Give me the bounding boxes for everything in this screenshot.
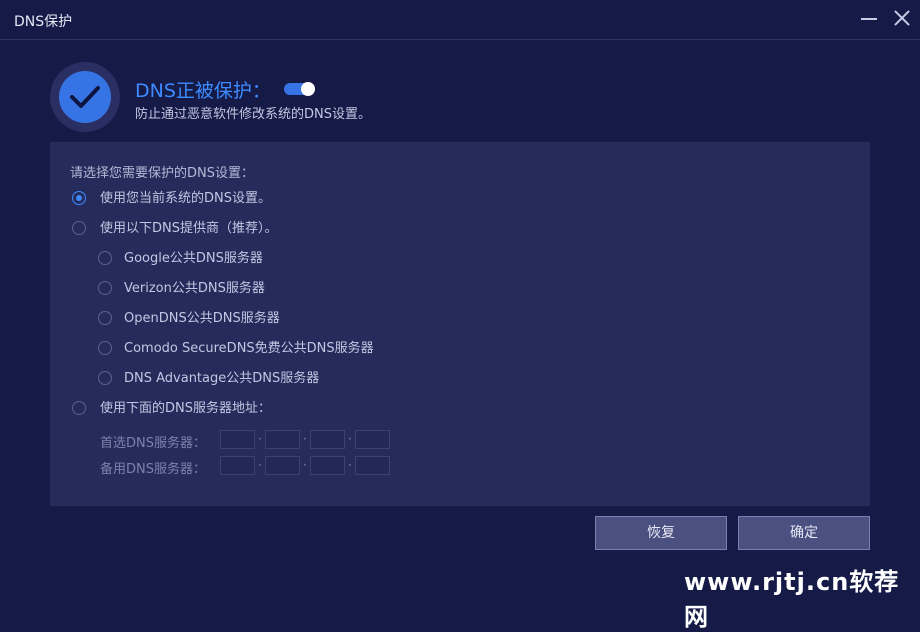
radio-button[interactable] [72, 401, 86, 415]
primary-dns-octet-2[interactable] [265, 430, 300, 449]
primary-dns-octet-4[interactable] [355, 430, 390, 449]
secondary-dns-octet-3[interactable] [310, 456, 345, 475]
watermark: www.rjtj.cn软荐网 [684, 568, 900, 631]
primary-dns-label: 首选DNS服务器： [100, 436, 206, 451]
primary-dns-octet-1[interactable] [220, 430, 255, 449]
ip-dot: · [258, 432, 262, 446]
status-subtitle: 防止通过恶意软件修改系统的DNS设置。 [135, 107, 371, 122]
radio-button[interactable] [98, 341, 112, 355]
ip-dot: · [303, 458, 307, 472]
titlebar: DNS保护 [0, 0, 920, 40]
minimize-icon[interactable] [861, 18, 877, 20]
toggle-knob [301, 82, 315, 96]
checkmark-circle-icon [59, 71, 111, 123]
secondary-dns-octet-2[interactable] [265, 456, 300, 475]
radio-button[interactable] [98, 371, 112, 385]
ip-dot: · [348, 458, 352, 472]
secondary-dns-label: 备用DNS服务器： [100, 462, 206, 477]
primary-dns-octet-3[interactable] [310, 430, 345, 449]
ok-button[interactable]: 确定 [738, 516, 870, 550]
ip-dot: · [348, 432, 352, 446]
radio-button[interactable] [72, 221, 86, 235]
restore-button[interactable]: 恢复 [595, 516, 727, 550]
radio-button[interactable] [98, 251, 112, 265]
ip-dot: · [303, 432, 307, 446]
secondary-dns-octet-1[interactable] [220, 456, 255, 475]
ip-dot: · [258, 458, 262, 472]
radio-button[interactable] [98, 281, 112, 295]
protection-status-icon [50, 62, 120, 132]
dns-settings-panel: 请选择您需要保护的DNS设置： 使用您当前系统的DNS设置。 使用以下DNS提供… [50, 142, 870, 506]
radio-button[interactable] [98, 311, 112, 325]
status-title: DNS正被保护： [135, 80, 271, 102]
checkmark-icon [70, 86, 100, 108]
close-icon[interactable] [893, 9, 911, 27]
window-title: DNS保护 [14, 14, 73, 30]
protection-toggle[interactable] [284, 82, 315, 96]
radio-button[interactable] [72, 191, 86, 205]
secondary-dns-octet-4[interactable] [355, 456, 390, 475]
settings-prompt: 请选择您需要保护的DNS设置： [70, 166, 254, 181]
